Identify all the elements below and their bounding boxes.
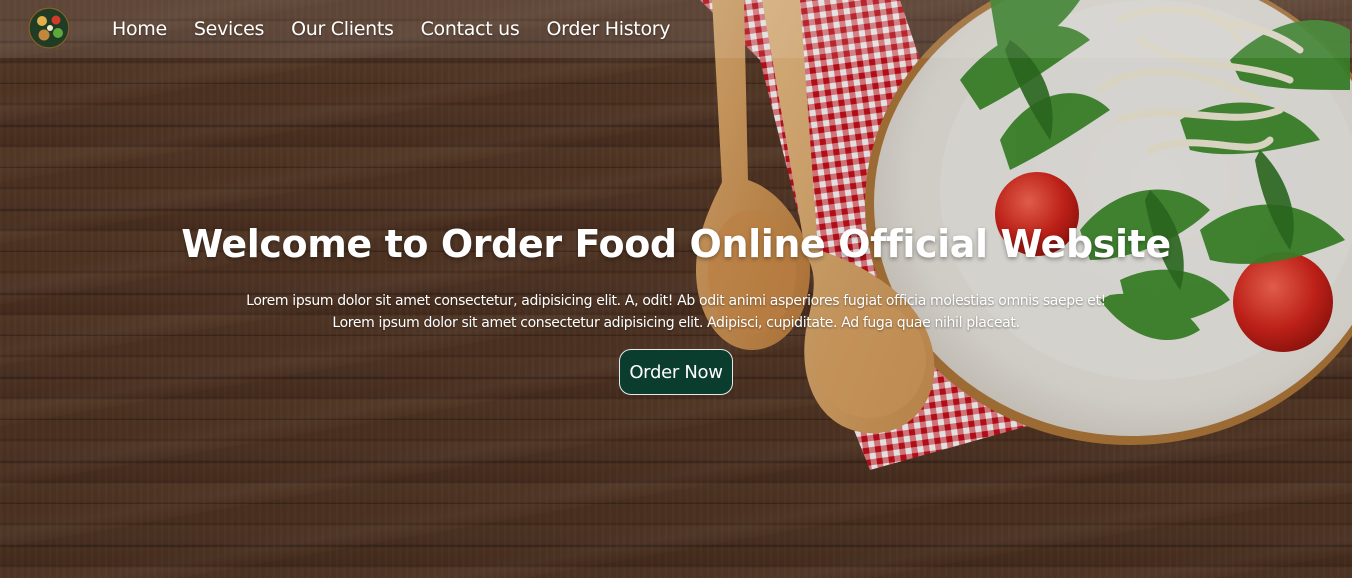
hero-description-line-2: Lorem ipsum dolor sit amet consectetur a… xyxy=(332,315,1020,331)
nav-link-our-clients[interactable]: Our Clients xyxy=(291,18,394,40)
hero-section: Home Sevices Our Clients Contact us Orde… xyxy=(0,0,1352,578)
hero-description: Lorem ipsum dolor sit amet consectetur, … xyxy=(196,290,1156,334)
nav-link-home[interactable]: Home xyxy=(112,18,167,40)
hero-description-line-1: Lorem ipsum dolor sit amet consectetur, … xyxy=(246,293,1106,309)
hero-title: Welcome to Order Food Online Official We… xyxy=(181,222,1171,266)
nav-link-contact-us[interactable]: Contact us xyxy=(421,18,520,40)
nav-link-order-history[interactable]: Order History xyxy=(547,18,671,40)
order-now-button[interactable]: Order Now xyxy=(619,349,733,395)
top-navbar: Home Sevices Our Clients Contact us Orde… xyxy=(0,0,1352,58)
food-bowl-logo-icon[interactable] xyxy=(27,6,71,50)
hero-content: Welcome to Order Food Online Official We… xyxy=(0,222,1352,395)
nav-link-services[interactable]: Sevices xyxy=(194,18,265,40)
nav-links: Home Sevices Our Clients Contact us Orde… xyxy=(112,0,671,58)
